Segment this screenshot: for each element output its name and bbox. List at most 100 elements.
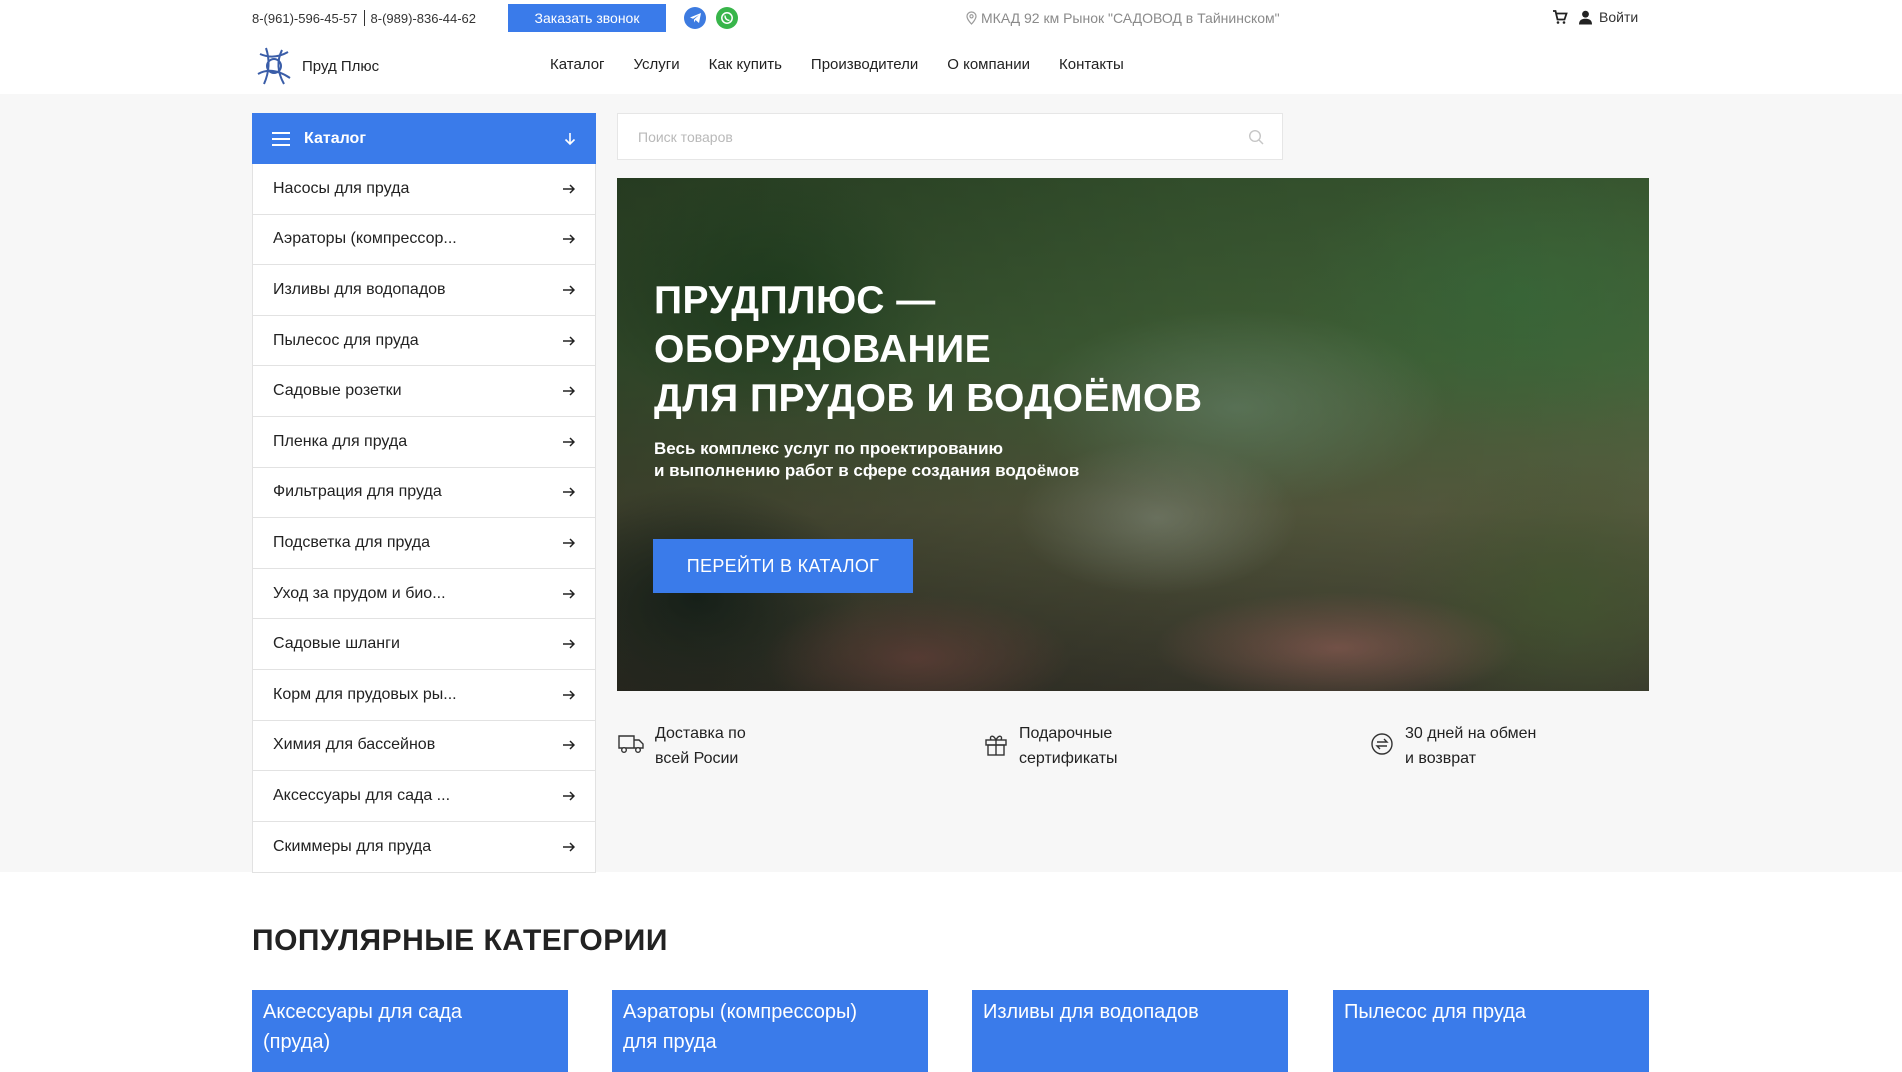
whatsapp-icon[interactable]	[716, 7, 738, 29]
popular-card-line: для пруда	[623, 1031, 717, 1053]
feature-gift-certificates: Подарочные сертификаты	[983, 721, 1118, 771]
feature-delivery: Доставка по всей Росии	[617, 721, 746, 771]
catalog-item-aerators[interactable]: Аэраторы (компрессор...	[253, 214, 595, 266]
catalog-item-label: Корм для прудовых ры...	[273, 685, 457, 703]
popular-card-spouts[interactable]: Изливы для водопадов	[972, 990, 1288, 1072]
search-input[interactable]	[618, 114, 1282, 159]
login-link[interactable]: Войти	[1578, 9, 1638, 25]
arrow-right-icon	[563, 842, 575, 852]
arrow-right-icon	[563, 740, 575, 750]
catalog-item-sockets[interactable]: Садовые розетки	[253, 366, 595, 417]
catalog-title: Каталог	[304, 129, 366, 147]
catalog-item-pool-chemicals[interactable]: Химия для бассейнов	[253, 720, 595, 772]
catalog-item-filtration[interactable]: Фильтрация для пруда	[253, 467, 595, 519]
catalog-item-label: Уход за прудом и био...	[273, 584, 446, 602]
main-nav: Каталог Услуги Как купить Производители …	[550, 56, 1124, 73]
catalog-item-hoses[interactable]: Садовые шланги	[253, 619, 595, 670]
phone-separator	[363, 10, 365, 26]
feature-line: сертификаты	[1019, 750, 1118, 767]
catalog-item-label: Садовые розетки	[273, 382, 402, 400]
logo-text: Пруд Плюс	[302, 57, 380, 75]
address-text: МКАД 92 км Рынок "САДОВОД в Тайнинском"	[981, 10, 1280, 26]
arrow-right-icon	[563, 285, 575, 295]
catalog-item-vacuum[interactable]: Пылесос для пруда	[253, 315, 595, 367]
catalog-item-label: Пленка для пруда	[273, 432, 408, 450]
catalog-item-label: Фильтрация для пруда	[273, 483, 442, 501]
feature-line: 30 дней на обмен	[1405, 725, 1537, 742]
catalog-item-label: Пылесос для пруда	[273, 331, 419, 349]
hero-title-line: ПРУДПЛЮС —	[654, 279, 936, 322]
catalog-item-label: Изливы для водопадов	[273, 280, 446, 298]
hero-image-overlay	[617, 178, 1649, 691]
catalog-item-label: Химия для бассейнов	[273, 736, 436, 754]
search-icon[interactable]	[1248, 129, 1264, 145]
feature-exchange: 30 дней на обмен и возврат	[1369, 721, 1536, 771]
popular-card-vacuum[interactable]: Пылесос для пруда	[1333, 990, 1649, 1072]
hamburger-icon	[272, 131, 290, 146]
arrow-right-icon	[563, 791, 575, 801]
catalog-item-label: Насосы для пруда	[273, 179, 410, 197]
hero-title: ПРУДПЛЮС — ОБОРУДОВАНИЕ ДЛЯ ПРУДОВ И ВОД…	[654, 276, 1203, 423]
hero-subtitle: Весь комплекс услуг по проектированию и …	[654, 438, 1079, 482]
catalog-item-label: Садовые шланги	[273, 635, 400, 653]
hero-subtitle-line: Весь комплекс услуг по проектированию	[654, 439, 1004, 458]
arrow-right-icon	[563, 639, 575, 649]
telegram-icon[interactable]	[684, 7, 706, 29]
catalog-item-lighting[interactable]: Подсветка для пруда	[253, 518, 595, 569]
popular-card-aerators[interactable]: Аэраторы (компрессоры) для пруда	[612, 990, 928, 1072]
user-icon	[1579, 10, 1592, 24]
exchange-icon	[1371, 733, 1393, 755]
arrow-right-icon	[563, 538, 575, 548]
store-address: МКАД 92 км Рынок "САДОВОД в Тайнинском"	[966, 10, 1280, 26]
hero-title-line: ОБОРУДОВАНИЕ	[654, 328, 992, 371]
gift-icon	[985, 735, 1007, 756]
popular-card-garden-accessories[interactable]: Аксессуары для сада (пруда)	[252, 990, 568, 1072]
phone-2[interactable]: 8-(989)-836-44-62	[371, 11, 477, 26]
phone-1[interactable]: 8-(961)-596-45-57	[252, 11, 358, 26]
catalog-item-skimmers[interactable]: Скиммеры для пруда	[253, 821, 595, 873]
logo-mark-icon	[257, 47, 291, 85]
nav-about[interactable]: О компании	[947, 56, 1030, 73]
catalog-item-liner[interactable]: Пленка для пруда	[253, 416, 595, 468]
nav-contacts[interactable]: Контакты	[1059, 56, 1124, 73]
popular-card-line: Аксессуары для сада	[263, 1001, 463, 1023]
catalog-item-label: Подсветка для пруда	[273, 533, 430, 551]
arrow-right-icon	[563, 386, 575, 396]
arrow-right-icon	[563, 437, 575, 447]
phone-numbers: 8-(961)-596-45-57 8-(989)-836-44-62	[252, 10, 476, 26]
catalog-item-fish-food[interactable]: Корм для прудовых ры...	[253, 669, 595, 721]
nav-manufacturers[interactable]: Производители	[811, 56, 918, 73]
popular-categories-title: ПОПУЛЯРНЫЕ КАТЕГОРИИ	[252, 924, 668, 957]
catalog-item-care[interactable]: Уход за прудом и био...	[253, 568, 595, 620]
popular-card-line: (пруда)	[263, 1031, 331, 1053]
catalog-item-garden-accessories[interactable]: Аксессуары для сада ...	[253, 771, 595, 822]
nav-how-to-buy[interactable]: Как купить	[709, 56, 782, 73]
catalog-item-label: Аэраторы (компрессор...	[273, 230, 457, 248]
feature-line: Подарочные	[1019, 725, 1113, 742]
catalog-item-spouts[interactable]: Изливы для водопадов	[253, 265, 595, 316]
login-label: Войти	[1599, 9, 1639, 25]
hero-banner: ПРУДПЛЮС — ОБОРУДОВАНИЕ ДЛЯ ПРУДОВ И ВОД…	[617, 178, 1649, 691]
nav-catalog[interactable]: Каталог	[550, 56, 605, 73]
arrow-right-icon	[563, 690, 575, 700]
top-bar: 8-(961)-596-45-57 8-(989)-836-44-62 Зака…	[0, 0, 1902, 36]
arrow-right-icon	[563, 184, 575, 194]
feature-line: Доставка по	[655, 725, 746, 742]
arrow-right-icon	[563, 234, 575, 244]
request-call-button[interactable]: Заказать звонок	[508, 4, 666, 32]
site-logo[interactable]: Пруд Плюс	[252, 44, 379, 88]
hero-title-line: ДЛЯ ПРУДОВ И ВОДОЁМОВ	[654, 377, 1203, 420]
catalog-header[interactable]: Каталог	[252, 113, 596, 164]
arrow-right-icon	[563, 589, 575, 599]
go-to-catalog-button[interactable]: ПЕРЕЙТИ В КАТАЛОГ	[653, 539, 913, 593]
popular-card-line: Изливы для водопадов	[983, 1001, 1199, 1023]
catalog-item-pumps[interactable]: Насосы для пруда	[253, 164, 595, 215]
cart-icon[interactable]	[1552, 9, 1568, 30]
arrow-down-icon	[564, 132, 576, 145]
feature-line: и возврат	[1405, 750, 1477, 767]
hero-subtitle-line: и выполнению работ в сфере создания водо…	[654, 461, 1080, 480]
catalog-item-label: Аксессуары для сада ...	[273, 786, 451, 804]
arrow-right-icon	[563, 487, 575, 497]
nav-services[interactable]: Услуги	[634, 56, 680, 73]
site-header: Пруд Плюс Каталог Услуги Как купить Прои…	[0, 36, 1902, 94]
